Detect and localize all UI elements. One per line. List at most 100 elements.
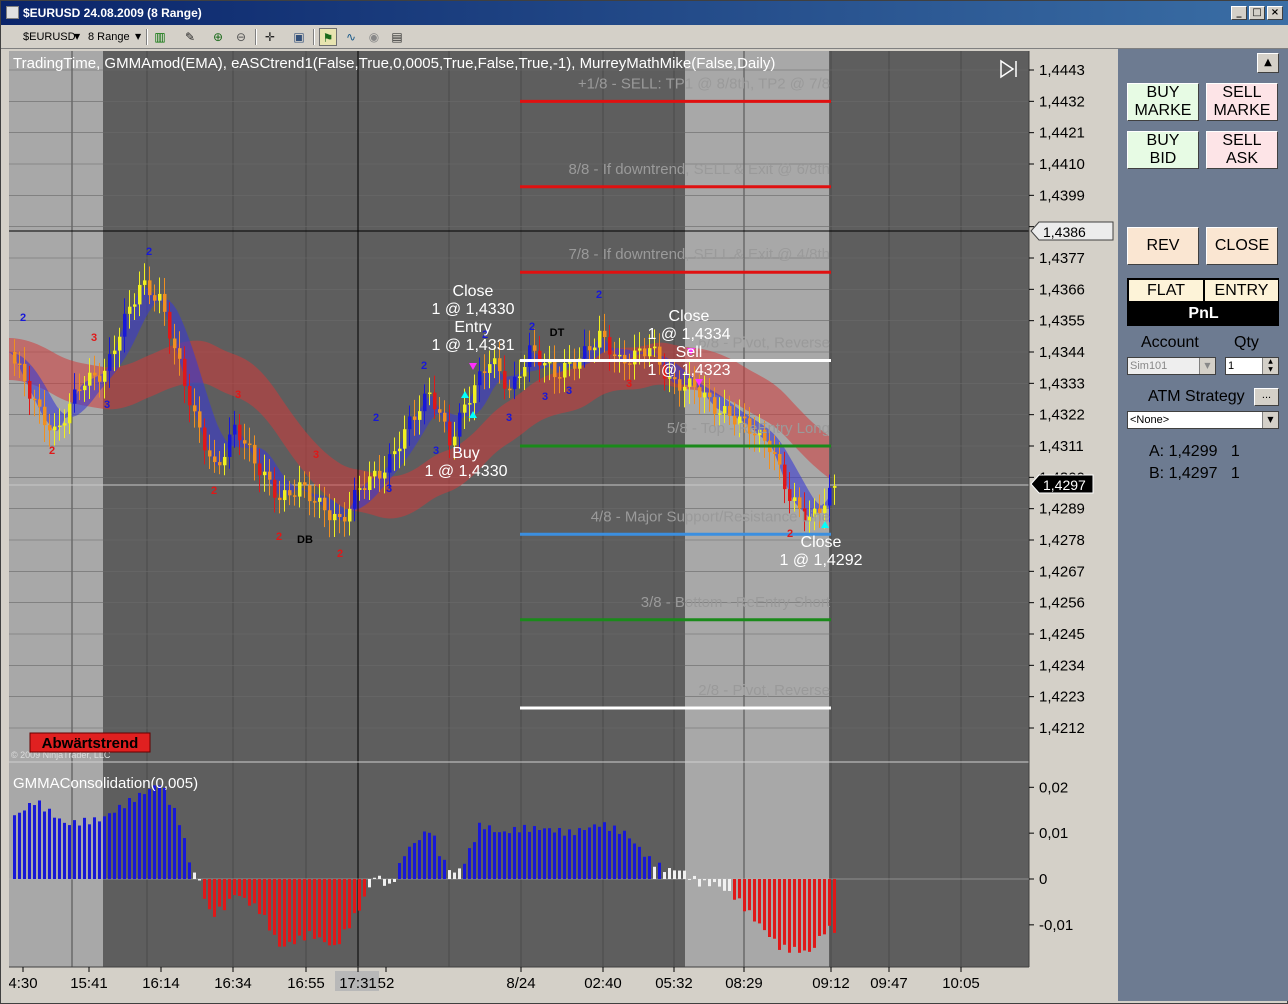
zoom-in-icon[interactable]: ⊕ [209, 28, 227, 46]
sub-panel-title: GMMAConsolidation(0,005) [13, 775, 198, 792]
sell-ask-button[interactable]: SELL ASK [1206, 131, 1278, 169]
time-tick-label: 15:41 [70, 975, 108, 992]
swing-label: 2 [276, 531, 282, 543]
trade-note-line: Buy [452, 445, 480, 462]
murrey-label: 5/8 - Top - ReEntry Long [667, 420, 830, 437]
swing-label: 2 [373, 412, 379, 424]
time-tick-label: 08:29 [725, 975, 763, 992]
trade-note-line: 1 @ 1,4334 [648, 326, 731, 343]
swing-label: 3 [626, 378, 632, 390]
position-flat: FLAT [1129, 280, 1203, 301]
price-tick-label: 1,4355 [1039, 313, 1085, 330]
chevron-down-icon[interactable]: ▼ [74, 28, 80, 46]
price-tick-label: 1,4267 [1039, 563, 1085, 580]
sub-tick-label: 0,01 [1039, 825, 1068, 842]
minimize-button[interactable]: _ [1231, 6, 1247, 20]
trade-note-line: 1 @ 1,4323 [648, 362, 731, 379]
atm-more-button[interactable]: ... [1254, 388, 1279, 406]
qty-stepper[interactable]: 1 ▲ ▼ [1225, 357, 1279, 375]
trade-note-line: Close [801, 534, 842, 551]
swing-label: 2 [787, 528, 793, 540]
atm-strategy-label: ATM Strategy [1148, 388, 1245, 405]
sell-market-button[interactable]: SELL MARKE [1206, 83, 1278, 121]
swing-label: 2 [211, 485, 217, 497]
data-box-icon[interactable]: ▤ [388, 28, 406, 46]
toolbar: $EURUSD ▼ 8 Range ▼ ▥ ✎ ⊕ ⊖ ✛ ▣ ⚑ ∿ ◉ ▤ [1, 25, 1288, 49]
price-tick-label: 1,4421 [1039, 125, 1085, 142]
indicator-legend: TradingTime, GMMAmod(EMA), eASCtrend1(Fa… [13, 55, 775, 72]
pnl-label: PnL [1188, 305, 1219, 322]
atm-strategy-select[interactable]: <None> ▼ [1127, 411, 1279, 429]
scroll-up-icon[interactable]: ▲ [1257, 53, 1279, 73]
trade-note-line: Entry [454, 319, 491, 336]
zoom-out-icon[interactable]: ⊖ [232, 28, 250, 46]
window-title: $EURUSD 24.08.2009 (8 Range) [23, 6, 202, 20]
murrey-label: 2/8 - Pivot, Reverse [698, 682, 830, 699]
swing-label: 2 [146, 246, 152, 258]
sub-tick-label: 0,02 [1039, 779, 1068, 796]
order-entry-panel: ▲ BUY MARKE SELL MARKE BUY BID SELL ASK … [1118, 49, 1288, 1001]
buy-bid-label: BUY BID [1146, 132, 1180, 167]
murrey-label: 4/8 - Major Support/Resistance Line [591, 508, 830, 525]
buy-bid-button[interactable]: BUY BID [1127, 131, 1199, 169]
svg-text:1,4297: 1,4297 [1043, 477, 1086, 493]
position-entry: ENTRY [1205, 280, 1278, 301]
properties-icon[interactable]: ▣ [290, 28, 308, 46]
price-tick-label: 1,4256 [1039, 595, 1085, 612]
account-select[interactable]: Sim101 ▼ [1127, 357, 1216, 375]
pencil-icon[interactable]: ✎ [181, 28, 199, 46]
price-chart[interactable]: +1/8 - SELL: TP1 @ 8/8th, TP2 @ 7/8 8/8 -… [9, 51, 1117, 997]
indicators-icon[interactable]: ∿ [342, 28, 360, 46]
maximize-button[interactable]: □ [1249, 6, 1265, 20]
buy-market-label: BUY MARKE [1134, 84, 1192, 119]
price-tick-label: 1,4399 [1039, 187, 1085, 204]
interval-select[interactable]: 8 Range [88, 28, 130, 46]
time-tick-label: 52 [378, 975, 395, 992]
time-tick-label: 16:14 [142, 975, 180, 992]
app-icon [6, 6, 19, 19]
swing-label: 3 [433, 445, 439, 457]
murrey-label: 7/8 - If downtrend, SELL & Exit @ 4/8th [569, 246, 830, 263]
trade-note-line: Sell [676, 344, 703, 361]
murrey-label: 8/8 - If downtrend, SELL & Exit @ 6/8th [569, 161, 830, 178]
close-position-button[interactable]: CLOSE [1206, 227, 1278, 265]
chart-window: $EURUSD 24.08.2009 (8 Range) _ □ × $EURU… [0, 0, 1288, 1004]
price-tick-label: 1,4322 [1039, 407, 1085, 424]
swing-label: 3 [235, 389, 241, 401]
sell-ask-label: SELL ASK [1222, 132, 1262, 167]
price-tick-label: 1,4289 [1039, 501, 1085, 518]
buy-market-button[interactable]: BUY MARKE [1127, 83, 1199, 121]
position-display: FLAT ENTRY PnL [1127, 278, 1279, 326]
chevron-down-icon: ▼ [1199, 358, 1215, 374]
price-tick-label: 1,4245 [1039, 626, 1085, 643]
spinner-icon[interactable]: ▲ ▼ [1262, 358, 1278, 374]
chevron-down-icon[interactable]: ▼ [135, 28, 141, 46]
instrument-select[interactable]: $EURUSD [23, 28, 76, 46]
time-tick-label: 17:31 [339, 975, 377, 992]
time-tick-label: 05:32 [655, 975, 693, 992]
qty-label: Qty [1234, 334, 1259, 351]
trade-note-line: 1 @ 1,4331 [432, 337, 515, 354]
swing-label: 2 [20, 312, 26, 324]
strategies-icon[interactable]: ⚑ [319, 28, 337, 46]
price-tick-label: 1,4212 [1039, 720, 1085, 737]
candlestick-icon[interactable]: ▥ [151, 28, 169, 46]
pattern-label: DB [297, 534, 313, 546]
swing-label: 3 [542, 391, 548, 403]
price-tick-label: 1,4432 [1039, 93, 1085, 110]
time-tick-label: 8/24 [506, 975, 535, 992]
price-tick-label: 1,4311 [1039, 438, 1084, 455]
pattern-label: DT [550, 327, 565, 339]
time-tick-label: 10:05 [942, 975, 980, 992]
time-tick-label: 16:34 [214, 975, 252, 992]
crosshair-icon[interactable]: ✛ [261, 28, 279, 46]
globe-icon[interactable]: ◉ [365, 28, 383, 46]
swing-label: 2 [421, 360, 427, 372]
session-shading [9, 51, 1029, 967]
crosshair-price-tag: 1,4386 [1030, 221, 1114, 241]
best-ask-line: A: 1,4299 1 [1149, 443, 1240, 460]
swing-label: 2 [596, 289, 602, 301]
time-tick-label: 09:12 [812, 975, 850, 992]
close-window-button[interactable]: × [1267, 6, 1283, 20]
reverse-button[interactable]: REV [1127, 227, 1199, 265]
